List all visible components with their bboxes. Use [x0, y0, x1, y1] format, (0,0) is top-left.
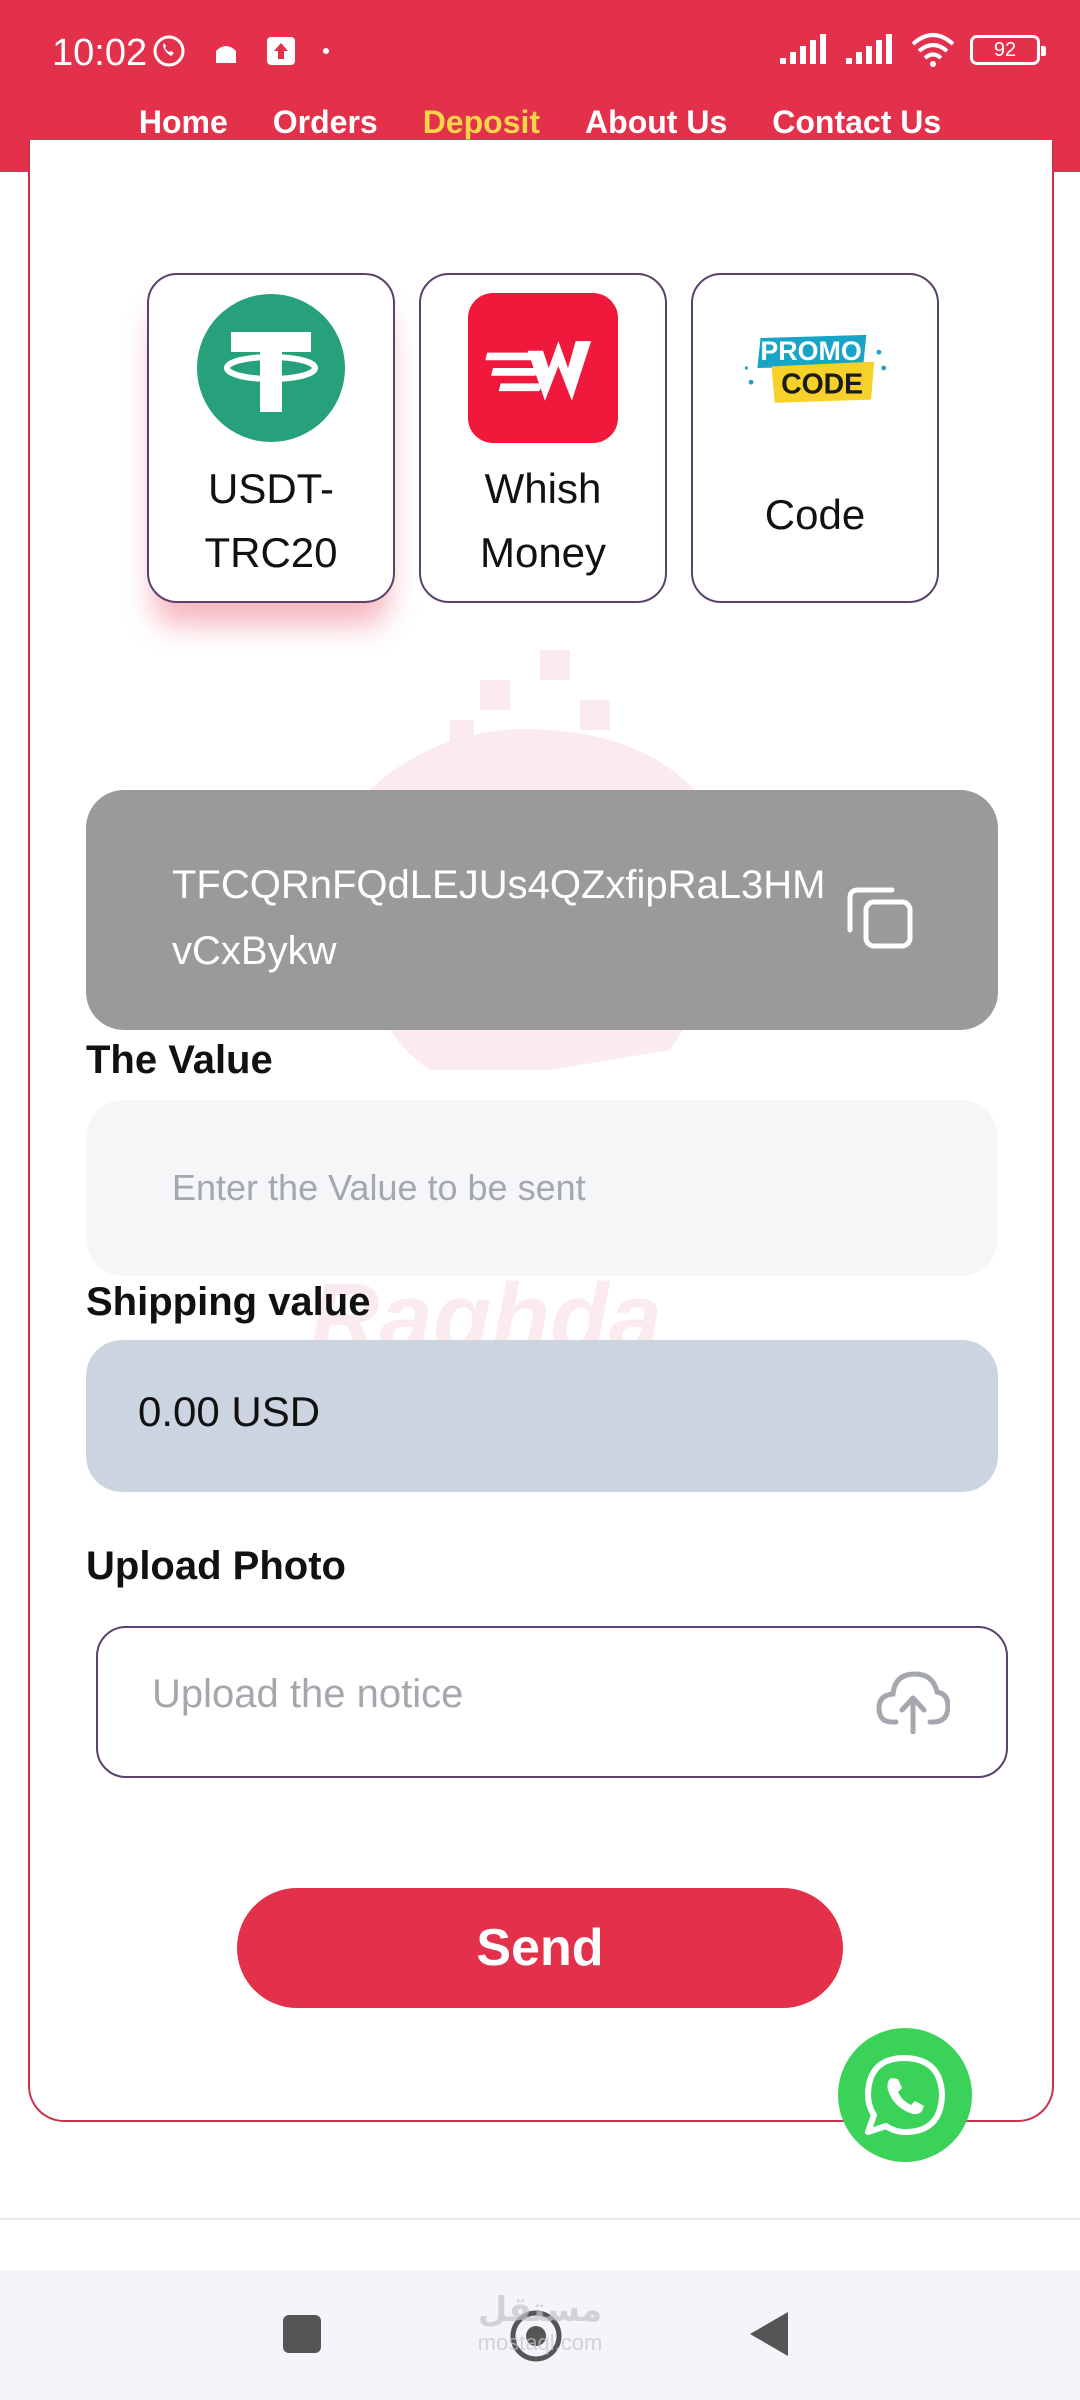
value-input[interactable]	[86, 1100, 998, 1276]
nav-home[interactable]: Home	[139, 104, 228, 141]
upload-field[interactable]: Upload the notice	[96, 1626, 1008, 1778]
shipping-value: 0.00 USD	[138, 1388, 321, 1435]
tether-icon	[196, 293, 346, 443]
method-code[interactable]: PROMO CODE Code	[691, 273, 939, 603]
whatsapp-icon	[865, 2055, 945, 2135]
wifi-icon	[911, 33, 955, 67]
wallet-address-box: TFCQRnFQdLEJUs4QZxfipRaL3HMvCxBykw	[86, 790, 998, 1030]
wallet-address: TFCQRnFQdLEJUs4QZxfipRaL3HMvCxBykw	[172, 863, 826, 973]
payment-methods: USDT- TRC20 Whish Money PROMO CODE Code	[147, 273, 939, 603]
mosque-status-icon	[216, 46, 236, 63]
upload-placeholder: Upload the notice	[152, 1672, 464, 1716]
whatsapp-status-icon	[153, 35, 185, 67]
battery-level: 92	[993, 38, 1017, 61]
battery-indicator: 92	[970, 35, 1046, 65]
svg-text:PROMO: PROMO	[760, 336, 861, 366]
method-whish-money[interactable]: Whish Money	[419, 273, 667, 603]
status-time: 10:02	[52, 32, 148, 74]
signal-icon-2	[846, 34, 892, 64]
nav-deposit[interactable]: Deposit	[423, 104, 540, 141]
dot-status-icon	[323, 48, 329, 54]
shipping-value-box: 0.00 USD	[86, 1340, 998, 1492]
signal-icon	[780, 34, 826, 64]
site-watermark: مستقل mostaql.com	[477, 2291, 603, 2355]
status-notification-icons	[152, 34, 330, 68]
method-name: Whish Money	[479, 465, 607, 576]
nav-about-us[interactable]: About Us	[585, 104, 727, 141]
svg-text:CODE: CODE	[781, 368, 863, 400]
promo-code-logo: PROMO CODE	[740, 293, 890, 443]
copy-icon[interactable]	[844, 880, 916, 952]
cloud-upload-icon	[876, 1671, 950, 1734]
method-name: Code	[764, 491, 866, 538]
divider	[0, 2218, 1080, 2220]
status-system-icons: 92	[778, 32, 1046, 68]
whish-logo	[468, 293, 618, 443]
nav-contact-us[interactable]: Contact Us	[772, 104, 941, 141]
main-nav: Home Orders Deposit About Us Contact Us	[0, 104, 1080, 141]
back-triangle-icon[interactable]	[748, 2310, 790, 2358]
deposit-card: Raghda USDT- TRC20 Whish Money PROMO COD…	[28, 140, 1054, 2122]
upload-status-icon	[267, 37, 295, 65]
value-label: The Value	[86, 1038, 273, 1082]
whatsapp-button[interactable]	[838, 2028, 972, 2162]
recents-square-icon[interactable]	[282, 2314, 322, 2354]
shipping-label: Shipping value	[86, 1280, 371, 1324]
upload-label: Upload Photo	[86, 1544, 346, 1588]
method-usdt-trc20[interactable]: USDT- TRC20	[147, 273, 395, 603]
method-name: USDT- TRC20	[204, 465, 338, 576]
nav-orders[interactable]: Orders	[273, 104, 378, 141]
send-button[interactable]: Send	[237, 1888, 843, 2008]
